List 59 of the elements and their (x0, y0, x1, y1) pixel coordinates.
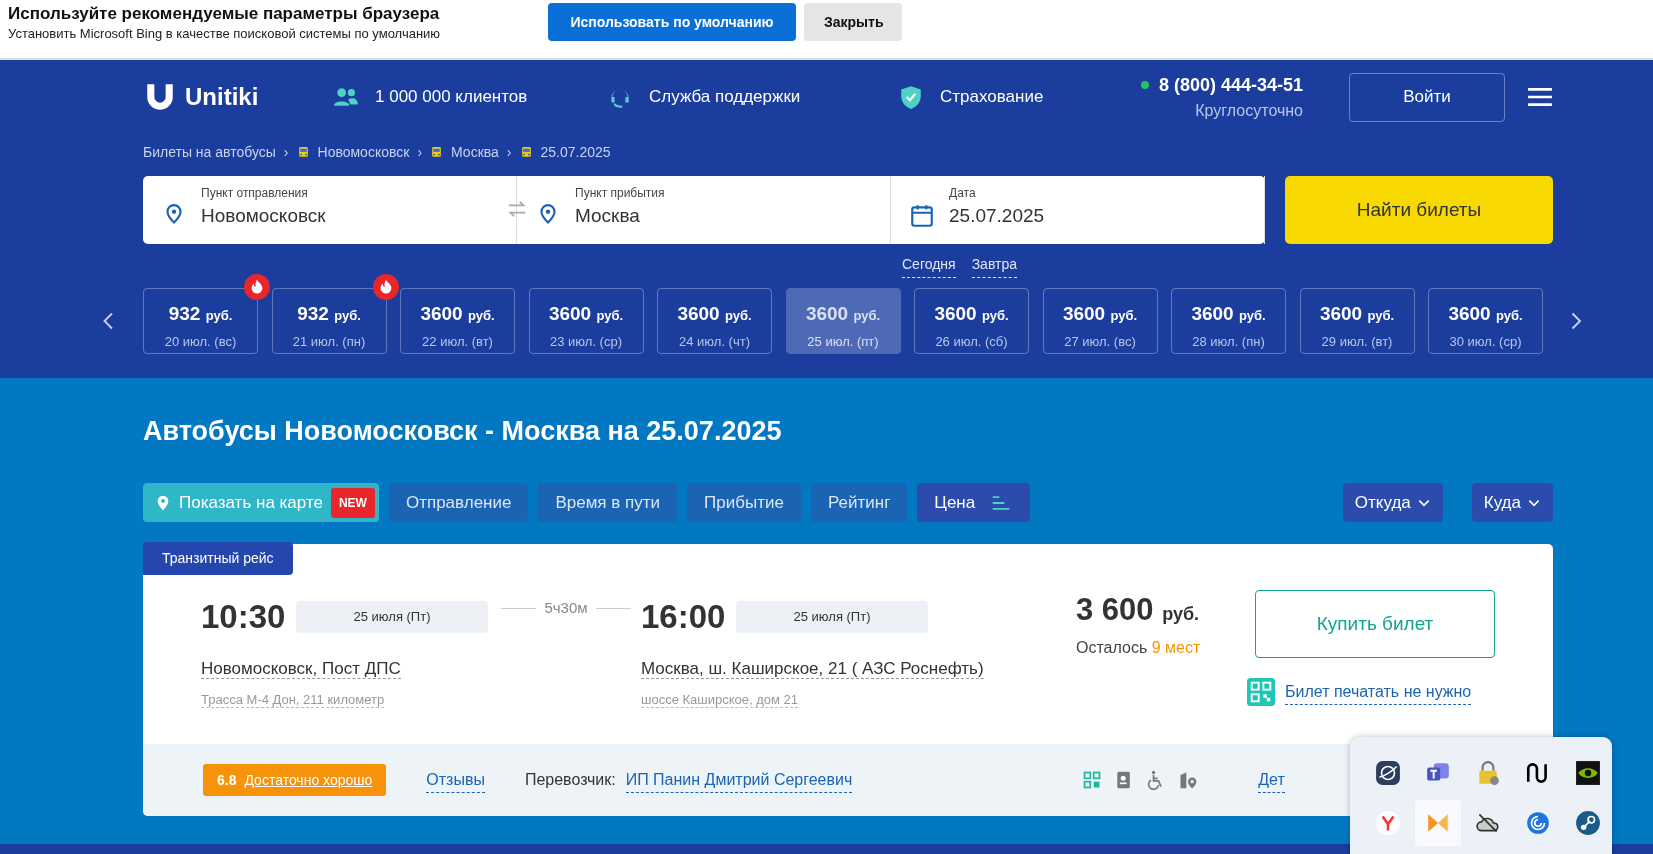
breadcrumb-separator: › (506, 142, 512, 162)
prompt-text: Установить Microsoft Bing в качестве поисковой системы по умолчанию (8, 25, 442, 43)
date-price-card[interactable]: 3600 руб. 30 июл. (ср) (1428, 288, 1543, 354)
logo-text[interactable]: Unitiki (185, 79, 333, 115)
new-badge: NEW (330, 487, 375, 518)
search-field[interactable]: Дата 25.07.2025 (891, 176, 1265, 244)
arrival-time: 16:00 (641, 597, 727, 637)
price: 3 600 руб. (1076, 591, 1201, 629)
breadcrumb-link[interactable]: 25.07.2025 (540, 141, 611, 163)
phone-number[interactable]: 8 (800) 444-34-51 (1158, 71, 1303, 99)
filter-dropdown[interactable]: Откуда (1342, 483, 1443, 522)
carrier-link[interactable]: ИП Панин Дмитрий Сергеевич (625, 767, 853, 793)
no-print-link[interactable]: Билет печатать не нужно (1285, 679, 1472, 705)
stop-name[interactable]: Москва, ш. Каширское, 21 ( АЗС Роснефть) (641, 658, 984, 679)
search-button[interactable]: Найти билеты (1285, 176, 1553, 244)
seats-left: 9 мест (1151, 638, 1201, 656)
prompt-button[interactable]: Использовать по умолчанию (548, 3, 796, 41)
date-price-card[interactable]: 3600 руб. 25 июл. (пт) (785, 288, 901, 354)
results-title: Автобусы Новомосковск - Москва на 25.07.2025 (143, 415, 783, 448)
date-link[interactable]: Завтра (971, 254, 1017, 278)
date-price-card[interactable]: 3600 руб. 28 июл. (пн) (1171, 288, 1286, 354)
prompt-title: Используйте рекомендуемые параметры браузера (8, 4, 441, 24)
feature-label[interactable]: 1 000 000 клиентов (375, 84, 528, 110)
map-button[interactable]: Показать на карте NEW (143, 483, 379, 522)
date-price-card[interactable]: 3600 руб. 27 июл. (вс) (1042, 288, 1158, 354)
sort-button[interactable]: Отправление (388, 483, 529, 522)
breadcrumb-link[interactable]: Москва (451, 141, 499, 163)
departure-time: 10:30 (201, 597, 287, 637)
sort-button[interactable]: Прибытие (687, 483, 801, 522)
sort-button[interactable]: Рейтинг (810, 483, 908, 522)
phone-hours: Круглосуточно (1195, 100, 1303, 121)
breadcrumb-separator: › (283, 142, 289, 162)
date-price-card[interactable]: 3600 руб. 22 июл. (вт) (400, 288, 515, 354)
date-price-card[interactable]: 3600 руб. 23 июл. (ср) (528, 288, 644, 354)
feature-label[interactable]: Служба поддержки (649, 84, 801, 110)
duration: 5ч30м (544, 597, 588, 618)
carrier-label: Перевозчик: (524, 770, 616, 790)
reviews-link[interactable]: Отзывы (426, 767, 485, 793)
date-link[interactable]: Сегодня (902, 254, 956, 278)
breadcrumb-link[interactable]: Билеты на автобусы (143, 141, 276, 163)
search-field[interactable]: Пункт прибытия Москва (517, 176, 891, 244)
sort-button[interactable]: Цена (917, 483, 1031, 522)
breadcrumb-separator: › (417, 142, 423, 162)
stop-name[interactable]: Новомосковск, Пост ДПС (201, 658, 401, 679)
login-button[interactable]: Войти (1349, 72, 1505, 122)
prompt-button[interactable]: Закрыть (804, 3, 902, 41)
filter-dropdown[interactable]: Куда (1471, 483, 1553, 522)
date-price-card[interactable]: 3600 руб. 24 июл. (чт) (657, 288, 772, 354)
transit-badge: Транзитный рейс (143, 542, 293, 575)
date-chip: 25 июля (Пт) (736, 600, 928, 633)
date-chip: 25 июля (Пт) (296, 600, 488, 633)
breadcrumb-link[interactable]: Новомосковск (317, 141, 410, 163)
date-price-card[interactable]: 3600 руб. 29 июл. (вт) (1299, 288, 1415, 354)
date-price-card[interactable]: 3600 руб. 26 июл. (сб) (914, 288, 1029, 354)
details-link[interactable]: Дет (1258, 767, 1285, 793)
seats-label: Осталось (1076, 638, 1148, 656)
search-field[interactable]: Пункт отправления Новомосковск (143, 176, 517, 244)
feature-label[interactable]: Страхование (940, 84, 1044, 110)
sort-button[interactable]: Время в пути (538, 483, 678, 522)
